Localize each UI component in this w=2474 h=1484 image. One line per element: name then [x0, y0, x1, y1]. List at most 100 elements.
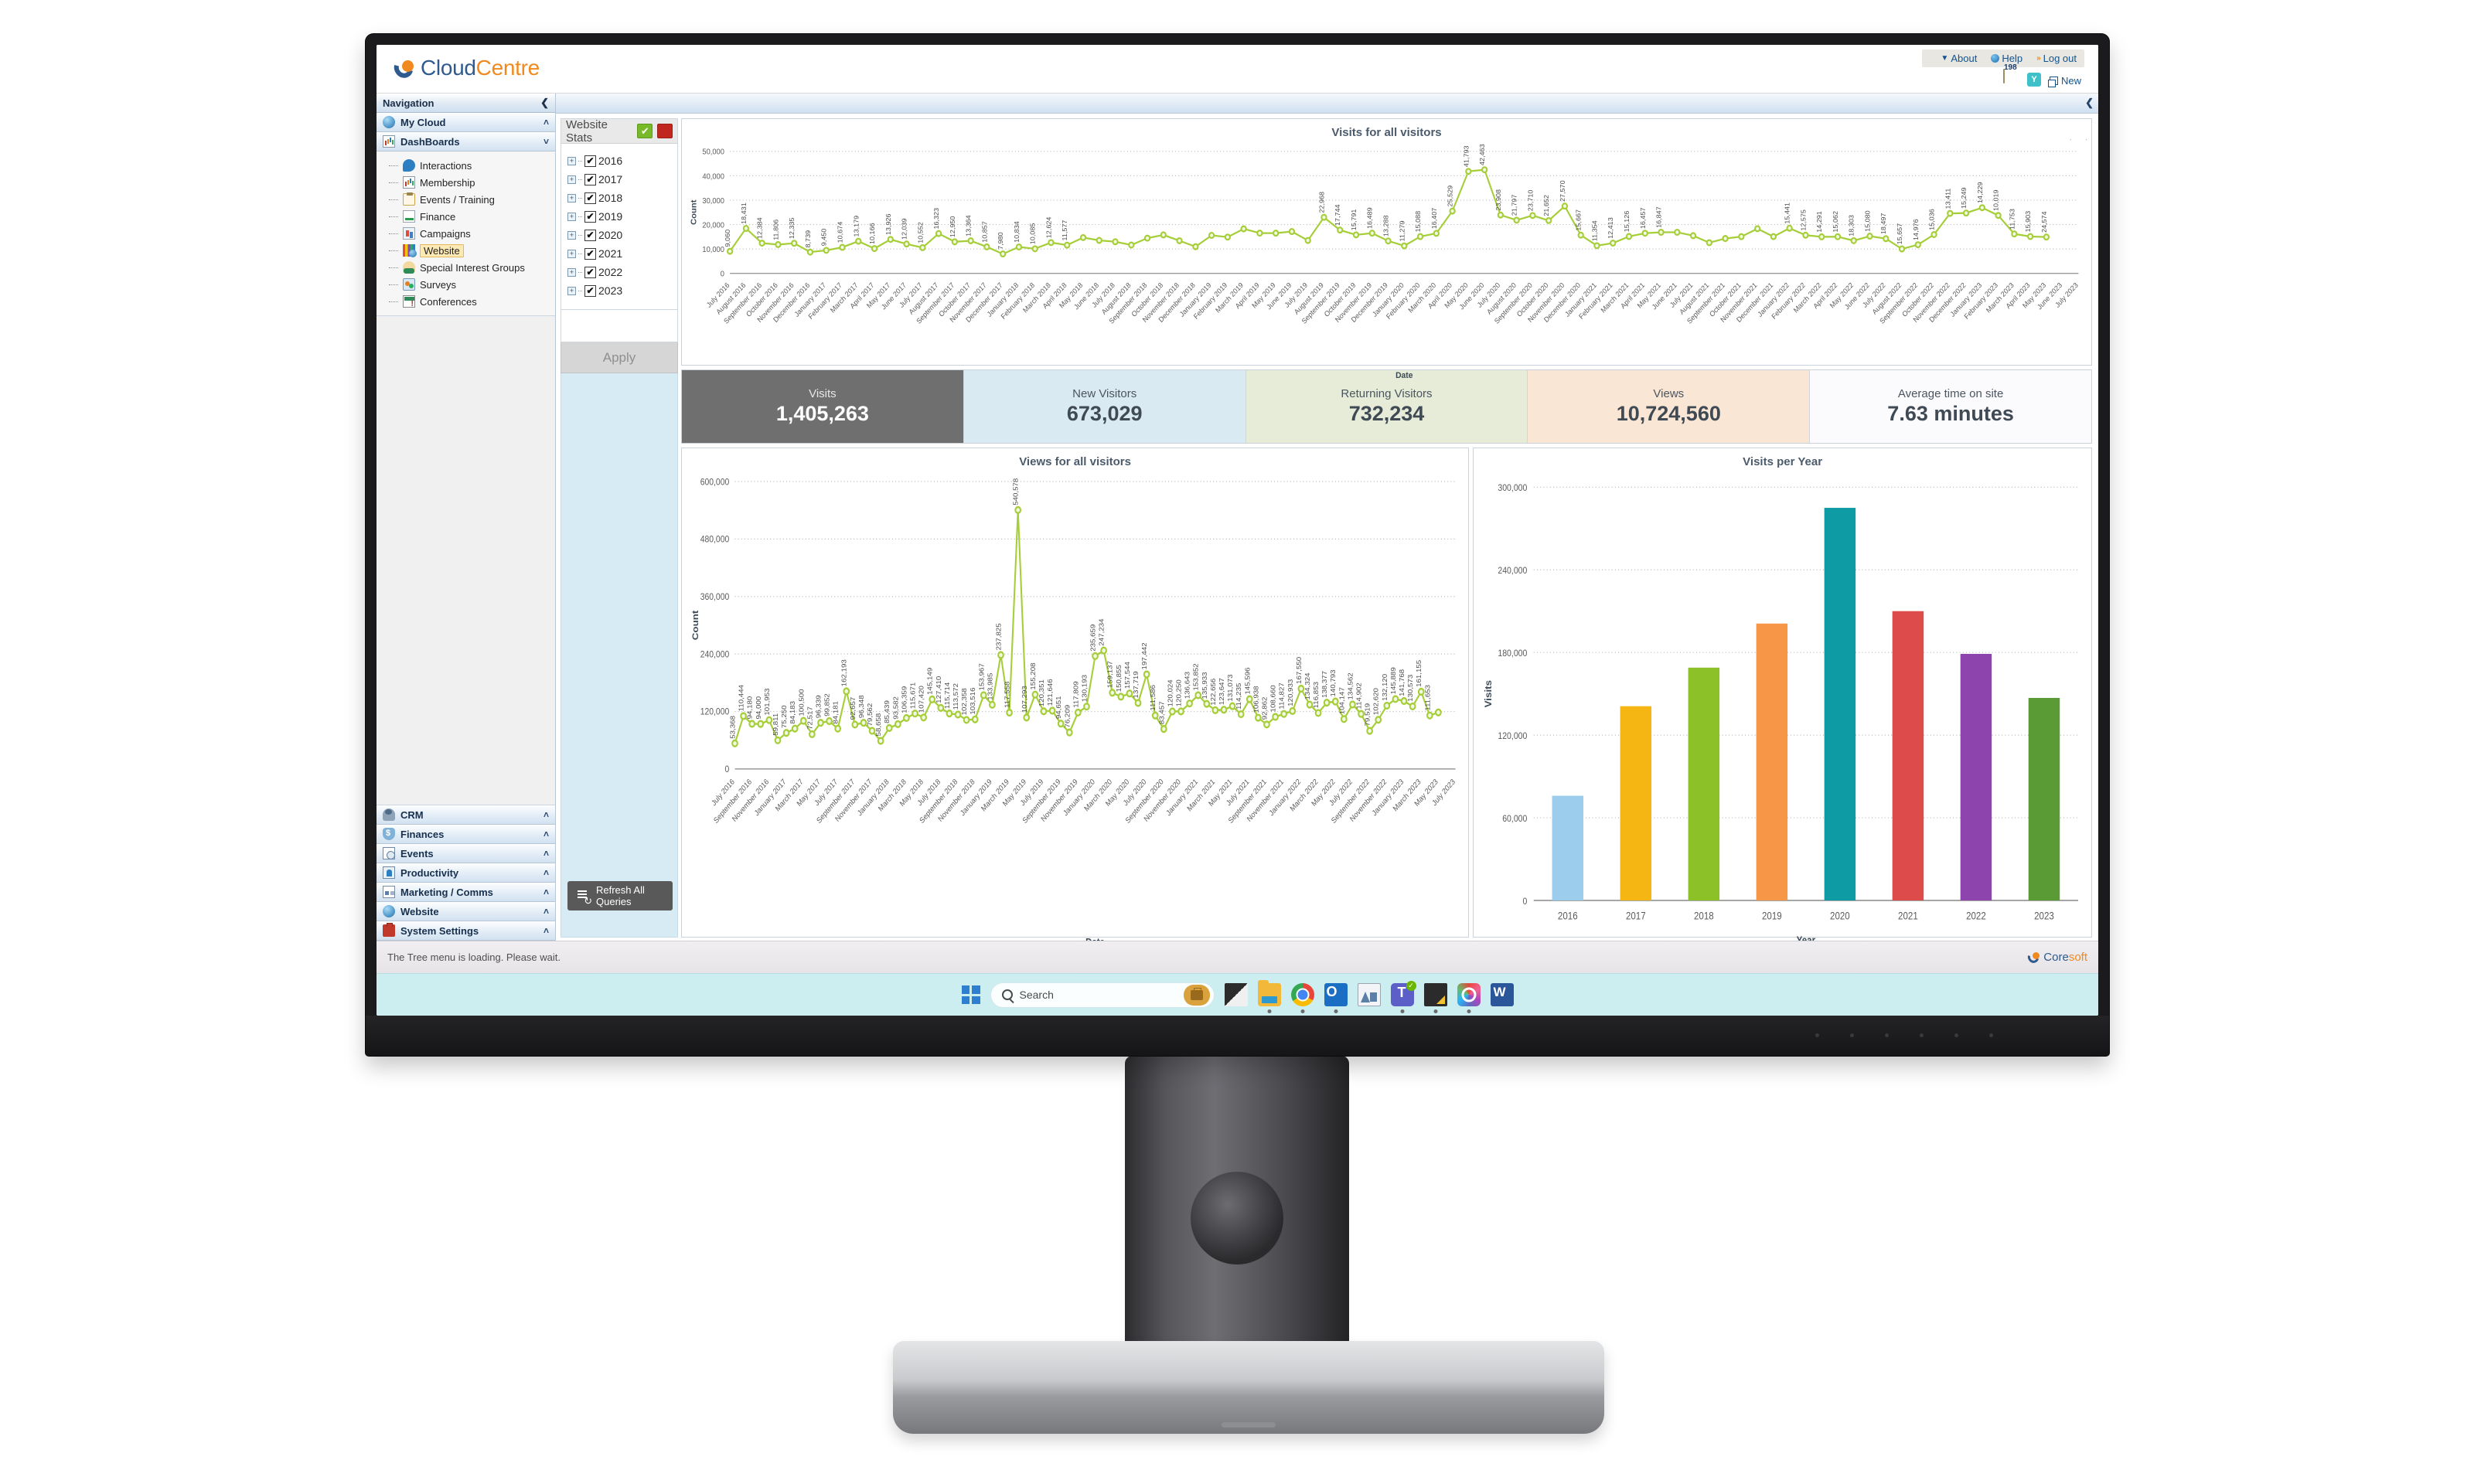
- outlook-icon[interactable]: [1324, 983, 1348, 1013]
- year-row[interactable]: + ✔ 2016: [567, 151, 677, 170]
- svg-text:150,855: 150,855: [1115, 665, 1122, 692]
- folder-icon[interactable]: [1257, 980, 1281, 1013]
- svg-text:14,976: 14,976: [1912, 219, 1920, 240]
- year-checkbox[interactable]: ✔: [584, 210, 596, 223]
- briefcase-icon[interactable]: [1183, 984, 1210, 1006]
- kpi-label: Returning Visitors: [1341, 387, 1433, 401]
- svg-text:360,000: 360,000: [700, 592, 730, 602]
- kpi-value: 732,234: [1348, 402, 1425, 426]
- svg-text:79,562: 79,562: [867, 703, 874, 727]
- sidebar-section-website[interactable]: Website ˄: [377, 902, 555, 921]
- onenote-icon[interactable]: [1423, 983, 1447, 1013]
- year-row[interactable]: + ✔ 2018: [567, 189, 677, 207]
- year-row[interactable]: + ✔ 2020: [567, 226, 677, 244]
- year-checkbox[interactable]: ✔: [584, 192, 596, 204]
- sidebar-section-productivity[interactable]: Productivity ˄: [377, 863, 555, 883]
- cloud-logo-icon: [390, 54, 417, 82]
- sidebar-section-finances[interactable]: Finances ˄: [377, 825, 555, 844]
- year-row[interactable]: + ✔ 2023: [567, 281, 677, 300]
- svg-text:13,179: 13,179: [853, 216, 860, 237]
- expand-icon[interactable]: +: [567, 156, 576, 165]
- expand-icon[interactable]: +: [567, 193, 576, 203]
- year-checkbox[interactable]: ✔: [584, 229, 596, 241]
- about-link[interactable]: ▼ About: [1941, 53, 1977, 64]
- visits-per-year-chart-panel: Visits per Year 0 60,000 120,000 180,000 240…: [1473, 448, 2092, 946]
- year-checkbox[interactable]: ✔: [584, 247, 596, 260]
- svg-text:134,324: 134,324: [1304, 673, 1311, 700]
- sidebar-section-crm[interactable]: CRM ˄: [377, 805, 555, 825]
- svg-text:117,558: 117,558: [1004, 682, 1010, 708]
- new-button[interactable]: New: [2047, 75, 2081, 87]
- year-row[interactable]: + ✔ 2017: [567, 170, 677, 189]
- sidebar-item-campaigns[interactable]: Campaigns: [377, 225, 555, 242]
- teams-icon[interactable]: [1390, 981, 1416, 1013]
- visits-per-year-bar-chart[interactable]: 0 60,000 120,000 180,000 240,000 300,000 Visit…: [1474, 468, 2091, 957]
- sidebar-item-website[interactable]: Website: [377, 242, 555, 259]
- svg-text:2022: 2022: [1966, 910, 1986, 922]
- sidebar-section-label: DashBoards: [400, 135, 460, 148]
- sidebar-item-interactions[interactable]: Interactions: [377, 157, 555, 174]
- refresh-all-queries-button[interactable]: Refresh All Queries: [567, 881, 673, 910]
- sidebar-item-surveys[interactable]: Surveys: [377, 276, 555, 293]
- accept-filter-button[interactable]: ✔: [637, 124, 653, 138]
- views-line-chart[interactable]: 0 120,000 240,000 360,000 480,000 600,000 Coun…: [682, 468, 1468, 957]
- sidebar-section-events[interactable]: Events ˄: [377, 844, 555, 863]
- year-row[interactable]: + ✔ 2022: [567, 263, 677, 281]
- sidebar-section-dashboards[interactable]: DashBoards ˅: [377, 132, 555, 151]
- notes-icon[interactable]: 198: [2002, 63, 2019, 87]
- logout-link[interactable]: » Log out: [2036, 53, 2077, 64]
- svg-text:Count: Count: [690, 611, 700, 641]
- svg-text:120,351: 120,351: [1038, 679, 1045, 706]
- svg-text:14,229: 14,229: [1976, 182, 1984, 203]
- svg-text:114,235: 114,235: [1235, 683, 1242, 710]
- monitor-scene: CloudCentre ▼ About Help » Log out 198 Y…: [0, 0, 2474, 1484]
- apply-button[interactable]: Apply: [561, 342, 678, 373]
- svg-text:145,149: 145,149: [926, 668, 933, 695]
- chevron-up-icon: ˄: [543, 809, 549, 820]
- svg-text:120,250: 120,250: [1175, 679, 1182, 706]
- expand-icon[interactable]: +: [567, 175, 576, 184]
- sidebar-item-finance[interactable]: Finance: [377, 208, 555, 225]
- svg-text:2020: 2020: [1830, 910, 1850, 922]
- svg-text:18,431: 18,431: [740, 203, 748, 224]
- search-input[interactable]: Search: [990, 982, 1215, 1008]
- chrome-icon[interactable]: [1290, 983, 1314, 1013]
- sidebar-item-events-training[interactable]: Events / Training: [377, 191, 555, 208]
- sidebar-item-conferences[interactable]: Conferences: [377, 293, 555, 310]
- expand-icon[interactable]: +: [567, 286, 576, 295]
- expand-icon[interactable]: +: [567, 230, 576, 240]
- year-checkbox[interactable]: ✔: [584, 284, 596, 297]
- sidebar-section-my-cloud[interactable]: My Cloud ˄: [377, 113, 555, 132]
- sidebar-item-special-interest-groups[interactable]: Special Interest Groups: [377, 259, 555, 276]
- expand-icon[interactable]: +: [567, 212, 576, 221]
- sidebar-item-membership[interactable]: Membership: [377, 174, 555, 191]
- graph-icon[interactable]: [1357, 983, 1381, 1006]
- year-checkbox[interactable]: ✔: [584, 173, 596, 186]
- year-row[interactable]: + ✔ 2019: [567, 207, 677, 226]
- year-checkbox[interactable]: ✔: [584, 155, 596, 167]
- file-explorer-dark-icon[interactable]: [1224, 983, 1248, 1006]
- sidebar-section-marketing-comms[interactable]: Marketing / Comms ˄: [377, 883, 555, 902]
- svg-text:10,000: 10,000: [702, 246, 724, 254]
- creative-cloud-icon[interactable]: [1457, 983, 1481, 1013]
- word-icon[interactable]: [1490, 983, 1514, 1006]
- svg-text:30,000: 30,000: [702, 197, 724, 206]
- help-link[interactable]: Help: [1991, 53, 2022, 64]
- visits-line-chart[interactable]: 0 10,000 20,000 30,000 40,000 50,000 Count 9,06…: [682, 139, 2091, 385]
- expand-icon[interactable]: +: [567, 267, 576, 277]
- expand-icon[interactable]: +: [567, 249, 576, 258]
- collapse-panel-icon[interactable]: ❮: [2085, 97, 2094, 109]
- toolbox-icon: [383, 923, 395, 937]
- sidebar-header-navigation[interactable]: Navigation ❮: [377, 94, 555, 113]
- cancel-filter-button[interactable]: [657, 124, 673, 138]
- collapse-sidebar-icon[interactable]: ❮: [540, 97, 549, 109]
- sidebar-section-system-settings[interactable]: System Settings ˄: [377, 921, 555, 941]
- svg-text:159,137: 159,137: [1106, 661, 1113, 688]
- year-checkbox[interactable]: ✔: [584, 266, 596, 278]
- filter-lower-panel: Refresh All Queries: [561, 373, 678, 938]
- refresh-icon: [578, 890, 592, 906]
- dashboards-tree: Interactions Membership Events / Trainin…: [377, 151, 555, 316]
- yammer-icon[interactable]: Y: [2026, 73, 2041, 87]
- start-button[interactable]: [961, 985, 980, 1004]
- year-row[interactable]: + ✔ 2021: [567, 244, 677, 263]
